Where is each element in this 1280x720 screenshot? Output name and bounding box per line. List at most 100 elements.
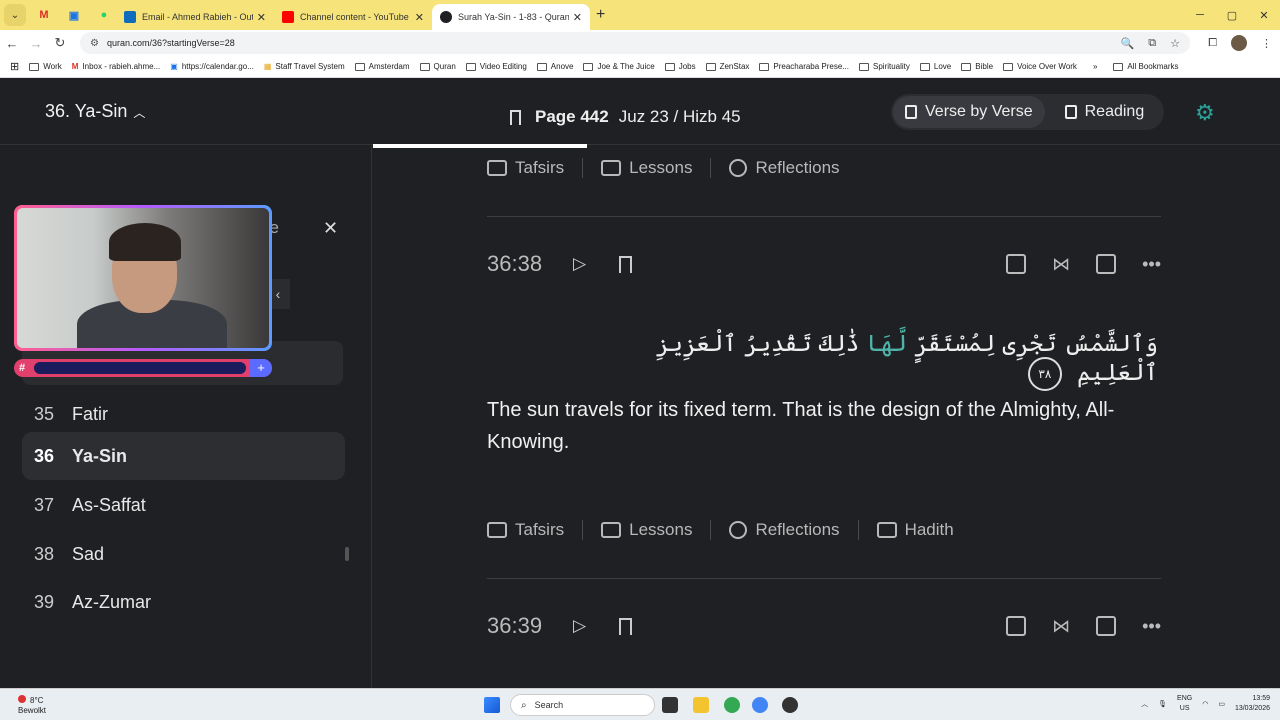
cast-icon[interactable]: ⧉ [1148, 37, 1156, 50]
task-view-icon[interactable] [662, 697, 678, 713]
reflections-button[interactable]: Reflections [729, 158, 840, 178]
bookmark-icon[interactable] [510, 109, 521, 125]
verse-key[interactable]: 36:39 [487, 613, 559, 639]
pinned-tab-gmail[interactable]: M [32, 5, 56, 25]
microphone-icon[interactable]: 🎙 [1158, 700, 1167, 708]
chevron-up-icon[interactable]: ︿ [1141, 699, 1148, 709]
bookmark-item[interactable]: Bible [961, 62, 993, 71]
chrome-profile-icon[interactable] [752, 697, 768, 713]
tafsirs-button[interactable]: Tafsirs [487, 520, 564, 540]
tab-quran[interactable]: Surah Ya-Sin - 1-83 - Quran.com ✕ [432, 4, 590, 30]
close-icon[interactable]: ✕ [415, 11, 424, 24]
tab-youtube-studio[interactable]: Channel content - YouTube Stu ✕ [274, 4, 432, 30]
tafsirs-button[interactable]: Tafsirs [487, 158, 564, 178]
hash-icon[interactable]: # [14, 362, 30, 374]
maximize-button[interactable]: ▢ [1216, 9, 1248, 22]
menu-icon[interactable]: ⋮ [1261, 37, 1272, 50]
copy-icon[interactable] [1006, 254, 1027, 274]
bookmarks-overflow-button[interactable]: » [1093, 62, 1097, 71]
bookmark-item[interactable]: Anove [536, 62, 573, 71]
all-bookmarks[interactable]: All Bookmarks [1113, 62, 1179, 71]
play-icon[interactable]: ▷ [573, 254, 603, 274]
profile-avatar[interactable] [1231, 35, 1247, 51]
bookmark-item[interactable]: Voice Over Work [1003, 62, 1077, 71]
lessons-button[interactable]: Lessons [601, 158, 692, 178]
sidebar-item-az-zumar[interactable]: 39 Az-Zumar [22, 578, 345, 626]
bookmark-label: Bible [975, 62, 994, 71]
edit-icon[interactable] [1096, 616, 1117, 636]
bookmark-item[interactable]: Jobs [664, 62, 696, 71]
reload-button[interactable]: ↻ [48, 35, 72, 51]
share-icon[interactable]: ⋈ [1052, 616, 1070, 637]
star-icon[interactable]: ☆ [1170, 37, 1180, 50]
more-icon[interactable]: ••• [1142, 616, 1161, 637]
lessons-button[interactable]: Lessons [601, 520, 692, 540]
bookmark-item[interactable]: Amsterdam [354, 62, 410, 71]
plus-icon[interactable]: + [250, 359, 272, 377]
edit-icon[interactable] [1096, 254, 1117, 274]
file-explorer-icon[interactable] [693, 697, 709, 713]
extensions-icon[interactable]: ⧠ [1208, 37, 1217, 50]
surah-number: 36 [34, 445, 55, 466]
bookmark-item[interactable]: M Inbox - rabieh.ahme... [72, 62, 161, 71]
reflections-button[interactable]: Reflections [729, 520, 840, 540]
chrome-icon[interactable] [724, 697, 740, 713]
bookmark-icon[interactable] [619, 255, 632, 273]
mode-verse-by-verse[interactable]: Verse by Verse [893, 96, 1045, 128]
share-icon[interactable]: ⋈ [1052, 254, 1070, 275]
gear-icon[interactable]: ⚙ [1195, 100, 1215, 126]
mode-reading[interactable]: Reading [1053, 96, 1157, 128]
webcam-person-hair [109, 223, 181, 261]
zoom-icon[interactable]: 🔍 [1121, 37, 1135, 50]
windows-start-icon[interactable] [484, 697, 500, 713]
bookmark-item[interactable]: Love [919, 62, 951, 71]
close-icon[interactable]: ✕ [257, 11, 266, 24]
sidebar-item-sad[interactable]: 38 Sad [22, 530, 345, 578]
battery-icon[interactable]: ▭ [1218, 700, 1225, 708]
bookmark-item[interactable]: ▦ Staff Travel System [264, 62, 345, 71]
wifi-icon[interactable]: ◠ [1202, 700, 1208, 708]
sidebar-scrollbar[interactable] [345, 547, 349, 561]
url-bar[interactable]: ⚙ quran.com/36?startingVerse=28 🔍 ⧉ ☆ [80, 32, 1190, 54]
copy-icon[interactable] [1006, 616, 1027, 636]
close-window-button[interactable]: ✕ [1248, 9, 1280, 22]
highlighted-word[interactable]: لَّهَا [867, 331, 907, 357]
back-button[interactable]: ← [0, 36, 24, 51]
tab-outlook[interactable]: Email - Ahmed Rabieh - Outloo ✕ [116, 4, 274, 30]
bookmark-item[interactable]: Spirituality [859, 62, 910, 71]
minimize-button[interactable]: ─ [1184, 9, 1216, 21]
webcam-slider[interactable] [34, 362, 246, 374]
bookmark-item[interactable]: Quran [419, 62, 456, 71]
bookmark-icon[interactable] [619, 617, 632, 635]
more-icon[interactable]: ••• [1142, 254, 1161, 275]
site-info-icon[interactable]: ⚙ [90, 38, 99, 49]
pinned-tab-calendar[interactable]: ▣ [62, 5, 86, 25]
bookmark-item[interactable]: ZenStax [705, 62, 749, 71]
bookmark-item[interactable]: Preacharaba Prese... [759, 62, 849, 71]
clock[interactable]: 13:59 13/03/2026 [1235, 694, 1270, 714]
forward-button[interactable]: → [24, 36, 48, 51]
action-label: Reflections [755, 158, 840, 177]
play-icon[interactable]: ▷ [573, 616, 603, 636]
close-icon[interactable]: ✕ [323, 218, 338, 239]
weather-widget[interactable]: 8°C Bewolkt [18, 695, 46, 716]
chat-bubble-icon [729, 521, 748, 539]
hadith-button[interactable]: Hadith [876, 520, 954, 540]
bookmark-item[interactable]: Joe & The Juice [583, 62, 655, 71]
language-indicator[interactable]: ENG US [1177, 694, 1192, 714]
sidebar-item-ya-sin[interactable]: 36 Ya-Sin [22, 432, 345, 480]
taskbar-search[interactable]: ⌕ Search [510, 694, 655, 716]
sidebar-item-as-saffat[interactable]: 37 As-Saffat [22, 481, 345, 529]
sidebar-item-fatir[interactable]: 35 Fatir [22, 399, 345, 429]
recording-app-icon[interactable] [782, 697, 798, 713]
pinned-tab-whatsapp[interactable]: ● [92, 5, 116, 25]
bookmark-item[interactable]: Video Editing [465, 62, 527, 71]
apps-icon[interactable]: ⊞ [10, 60, 19, 73]
tab-search-button[interactable]: ⌄ [4, 4, 26, 26]
surah-selector[interactable]: 36. Ya-Sin ︿ [45, 101, 145, 122]
verse-key[interactable]: 36:38 [487, 251, 559, 277]
new-tab-button[interactable]: + [596, 6, 605, 24]
close-icon[interactable]: ✕ [573, 11, 582, 24]
bookmark-item[interactable]: ▣ https://calendar.go... [170, 62, 254, 71]
bookmark-item[interactable]: Work [29, 62, 62, 71]
